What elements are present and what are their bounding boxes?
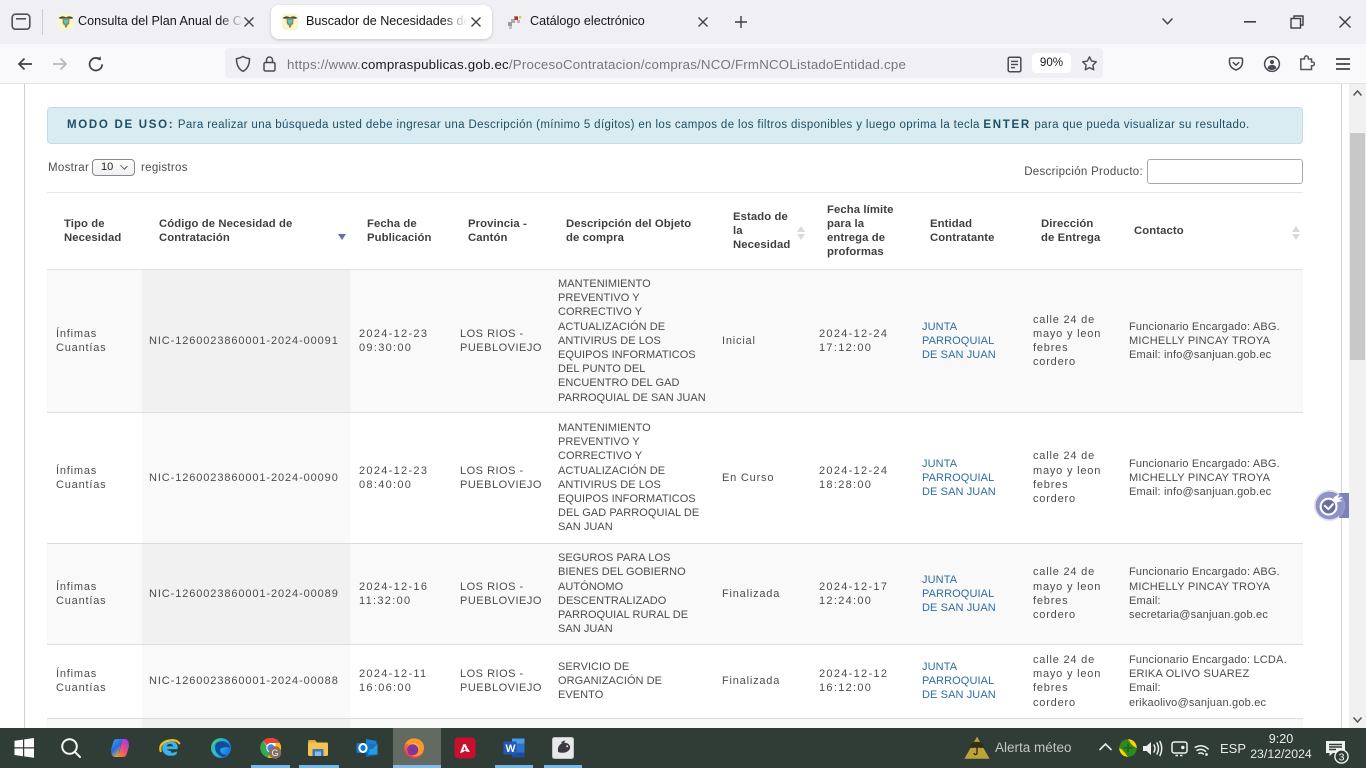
svg-text:G: G	[271, 748, 278, 758]
svg-text:3: 3	[1339, 751, 1345, 763]
